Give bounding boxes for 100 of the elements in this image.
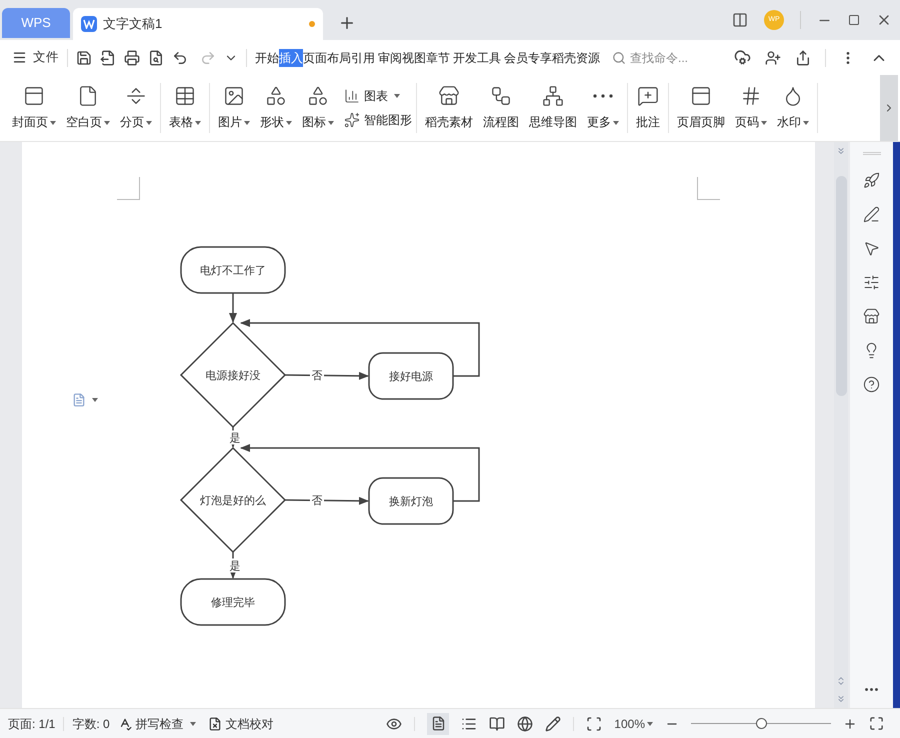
caret-icon xyxy=(190,722,196,726)
corner-mark xyxy=(117,177,140,200)
ribbon-button[interactable]: 图片 xyxy=(214,78,254,138)
ribbon-button[interactable]: 流程图 xyxy=(479,78,523,138)
caret-icon xyxy=(803,120,809,125)
menu-tab[interactable]: 审阅 xyxy=(378,48,402,66)
page-break-icon xyxy=(125,85,147,107)
menu-tab[interactable]: 开始 xyxy=(255,48,279,66)
share-icon[interactable] xyxy=(795,50,811,66)
menu-tab[interactable]: 稻壳资源 xyxy=(552,48,600,66)
ribbon-button[interactable]: 空白页 xyxy=(62,78,114,138)
caret-icon xyxy=(50,120,56,125)
pointer-icon[interactable] xyxy=(863,240,880,257)
layout-icon[interactable] xyxy=(732,12,748,28)
menu-tab[interactable]: 插入 xyxy=(279,48,303,66)
ribbon-button[interactable]: 表格 xyxy=(165,78,205,138)
maximize-icon[interactable] xyxy=(848,14,860,26)
word-count: 字数: 0 xyxy=(72,716,110,732)
corner-mark xyxy=(697,177,720,200)
document-icon xyxy=(72,393,86,407)
image-icon xyxy=(223,85,245,107)
shapes-icon xyxy=(307,85,329,107)
cloud-icon[interactable] xyxy=(734,49,751,66)
paragraph-icon[interactable] xyxy=(72,393,98,407)
hash-icon xyxy=(740,85,762,107)
ribbon-button[interactable]: 思维导图 xyxy=(525,78,581,138)
edge-label: 是 xyxy=(228,558,242,572)
flowchart-icon xyxy=(490,85,512,107)
rocket-icon[interactable] xyxy=(863,172,880,189)
ribbon-button[interactable]: 分页 xyxy=(116,78,156,138)
outline-icon[interactable] xyxy=(461,716,478,732)
caret-icon xyxy=(286,120,292,125)
edge-label: 否 xyxy=(310,368,324,382)
more-icon xyxy=(592,93,614,99)
zoom-slider[interactable] xyxy=(691,718,831,730)
menu-tab[interactable]: 开发工具 xyxy=(453,48,501,66)
ribbon-button[interactable]: 形状 xyxy=(256,78,296,138)
ribbon-button[interactable]: 稻壳素材 xyxy=(421,78,477,138)
ribbon-button[interactable]: 封面页 xyxy=(8,78,60,138)
menu-tab[interactable]: 章节 xyxy=(426,48,450,66)
ribbon-button[interactable]: 水印 xyxy=(773,78,813,138)
caret-icon xyxy=(328,120,334,125)
menu-icon xyxy=(12,50,27,65)
menu-tab[interactable]: 视图 xyxy=(402,48,426,66)
caret-icon xyxy=(92,398,98,402)
undo-icon[interactable] xyxy=(172,50,188,66)
blank-page-icon xyxy=(77,85,99,107)
document-x-icon xyxy=(208,716,222,730)
zoom-dropdown[interactable]: 100% xyxy=(614,714,653,732)
edge-label: 是 xyxy=(228,430,242,444)
ribbon-button[interactable]: 页眉页脚 xyxy=(673,78,729,138)
ribbon-button[interactable]: 批注 xyxy=(632,78,664,138)
zoom-in-icon[interactable] xyxy=(843,716,857,730)
flowchart-node: 修理完毕 xyxy=(180,578,286,626)
ribbon-button[interactable]: 图表 xyxy=(344,87,412,105)
ribbon-button[interactable]: 智能图形 xyxy=(344,111,412,129)
file-menu[interactable]: 文件 xyxy=(12,48,59,67)
caret-icon xyxy=(146,120,152,125)
ribbon-button[interactable]: 图标 xyxy=(298,78,338,138)
document-tab[interactable]: 文字文稿1 xyxy=(73,8,323,40)
spell-check-button[interactable]: 拼写检查 xyxy=(118,714,196,732)
comment-add-icon xyxy=(637,85,659,107)
sparkle-icon xyxy=(344,112,360,128)
export-icon[interactable] xyxy=(100,50,116,66)
fit-icon[interactable] xyxy=(586,716,602,732)
scrollbar-thumb[interactable] xyxy=(836,176,846,396)
caret-icon xyxy=(394,94,400,98)
ribbon-button[interactable]: 更多 xyxy=(583,78,623,138)
slider-thumb[interactable] xyxy=(756,718,767,729)
print-icon[interactable] xyxy=(124,50,140,66)
page-view-button[interactable] xyxy=(427,712,450,734)
fullscreen-icon[interactable] xyxy=(869,716,884,731)
flowchart-node: 接好电源 xyxy=(368,352,454,400)
flowchart-node: 电灯不工作了 xyxy=(180,246,286,294)
menu-tab[interactable]: 会员专享 xyxy=(504,48,552,66)
pencil-icon[interactable] xyxy=(545,716,562,732)
menu-tab[interactable]: 页面布局 xyxy=(303,48,351,66)
ribbon-button[interactable]: 页码 xyxy=(731,78,771,138)
save-icon[interactable] xyxy=(76,50,92,66)
help-icon[interactable] xyxy=(863,376,880,393)
menu-tab[interactable]: 引用 xyxy=(351,48,375,66)
vertical-scrollbar[interactable] xyxy=(834,142,848,708)
mind-map-icon xyxy=(542,85,564,107)
page-count: 页面: 1/1 xyxy=(8,716,56,732)
globe-icon[interactable] xyxy=(517,716,534,732)
caret-icon xyxy=(647,722,653,726)
proofread-button[interactable]: 文档校对 xyxy=(208,714,274,732)
store-icon[interactable] xyxy=(863,308,880,325)
preview-icon[interactable] xyxy=(148,50,164,66)
document-icon xyxy=(430,716,446,731)
add-user-icon[interactable] xyxy=(765,50,781,66)
search-field[interactable]: 查找命令... xyxy=(612,48,688,66)
decision-node: 电源接好没 xyxy=(180,322,286,428)
book-icon[interactable] xyxy=(489,716,506,732)
eye-icon[interactable] xyxy=(386,716,402,732)
pen-icon[interactable] xyxy=(863,206,880,223)
edge-label: 否 xyxy=(310,493,324,507)
caret-icon xyxy=(244,120,250,125)
new-tab-icon[interactable] xyxy=(338,14,356,32)
sliders-icon[interactable] xyxy=(863,274,880,291)
